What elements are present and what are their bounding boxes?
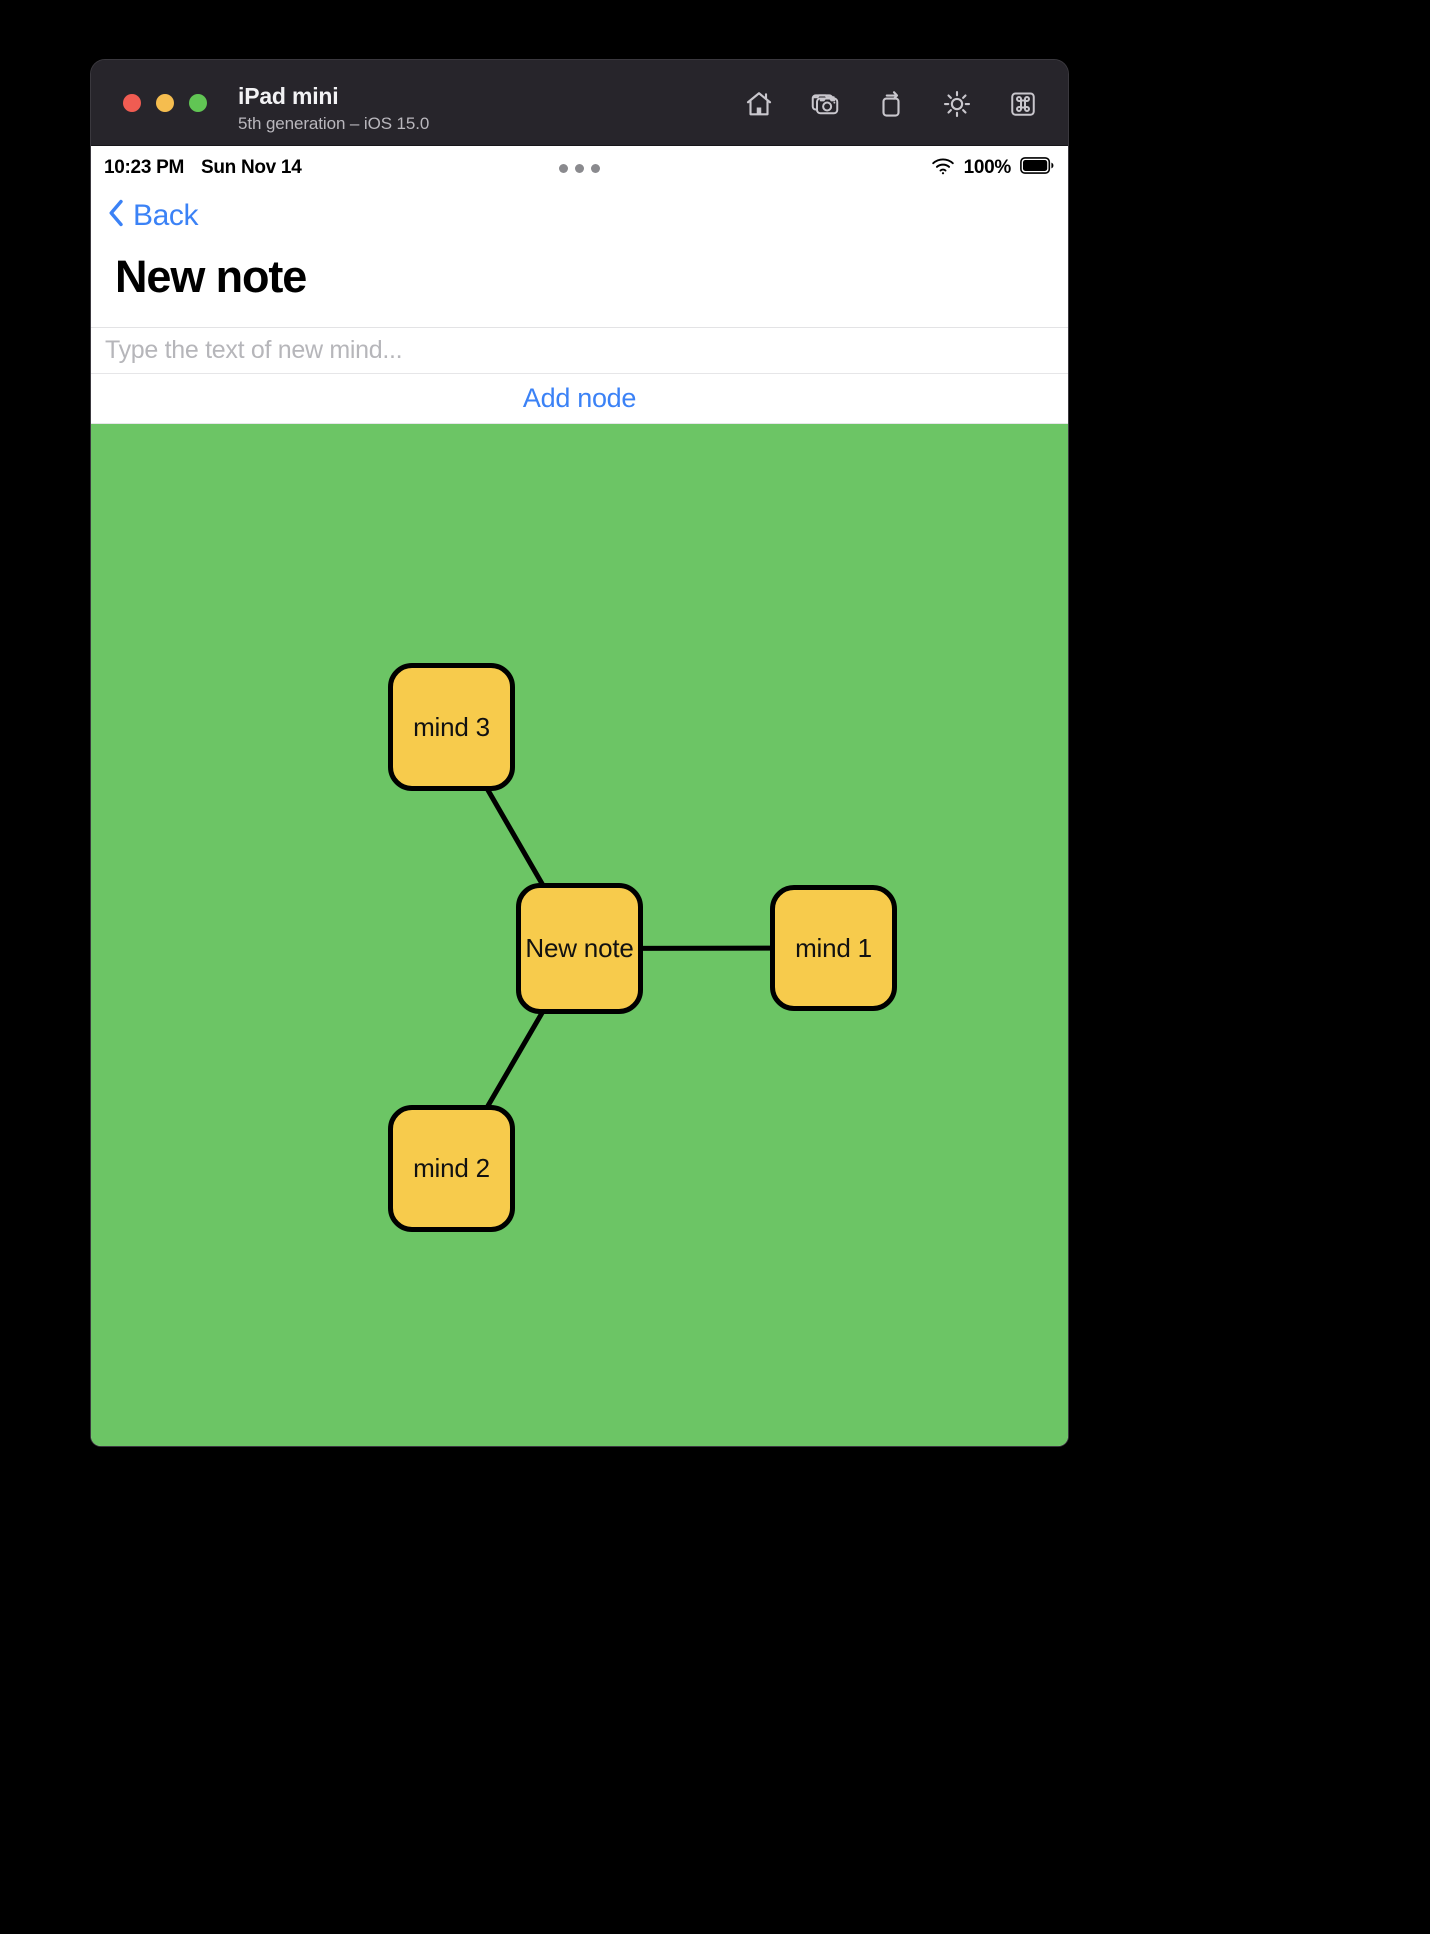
- device-subtitle: 5th generation – iOS 15.0: [238, 113, 430, 133]
- rotate-icon: [876, 89, 906, 119]
- mind-input-row: [91, 327, 1068, 374]
- mindmap-node-mind3[interactable]: mind 3: [388, 663, 515, 791]
- mindmap-node-label: mind 3: [413, 711, 490, 742]
- ios-status-bar: 10:23 PM Sun Nov 14 100%: [91, 146, 1068, 190]
- back-button-label: Back: [133, 198, 199, 232]
- window-controls: [123, 94, 207, 112]
- command-keyboard-icon: [1008, 89, 1038, 119]
- home-icon: [744, 89, 774, 119]
- dot-1: [559, 163, 568, 173]
- dot-3: [591, 163, 600, 173]
- keyboard-button[interactable]: [1000, 82, 1046, 126]
- mind-text-input[interactable]: [105, 336, 1054, 365]
- home-button[interactable]: [736, 82, 782, 126]
- simulator-titlebar: iPad mini 5th generation – iOS 15.0: [91, 60, 1068, 146]
- mindmap-node-label: New note: [525, 933, 634, 963]
- dot-2: [575, 163, 584, 173]
- add-node-button[interactable]: Add node: [91, 374, 1068, 424]
- brightness-icon: [942, 89, 972, 119]
- screenshot-camera-icon: [810, 89, 840, 119]
- add-node-label: Add node: [522, 383, 637, 413]
- battery-full-icon: [1020, 157, 1054, 179]
- chevron-left-icon: [107, 198, 125, 233]
- wifi-icon: [931, 157, 955, 180]
- ios-nav-bar: Back New note: [91, 190, 1068, 303]
- mindmap-node-newnote[interactable]: New note: [516, 883, 643, 1014]
- mindmap-node-label: mind 1: [795, 932, 872, 963]
- screenshot-button[interactable]: [802, 82, 848, 126]
- simulator-toolbar: [736, 82, 1046, 126]
- page-title: New note: [115, 251, 307, 302]
- back-button[interactable]: Back: [107, 198, 199, 233]
- mindmap-canvas[interactable]: mind 3 New note mind 1 mind 2: [91, 424, 1068, 1446]
- minimize-window-button[interactable]: [156, 94, 174, 112]
- mindmap-node-mind1[interactable]: mind 1: [770, 885, 897, 1011]
- ios-screen: 10:23 PM Sun Nov 14 100% Back New note T…: [91, 146, 1068, 1446]
- device-info: iPad mini 5th generation – iOS 15.0: [238, 82, 429, 134]
- zoom-window-button[interactable]: [189, 94, 207, 112]
- simulator-window: iPad mini 5th generation – iOS 15.0 10:2…: [91, 60, 1068, 1446]
- mindmap-node-label: mind 2: [413, 1153, 490, 1183]
- rotate-button[interactable]: [868, 82, 914, 126]
- appearance-button[interactable]: [934, 82, 980, 126]
- status-bar-right: 100%: [931, 146, 1054, 190]
- battery-percent-label: 100%: [963, 157, 1012, 178]
- device-name: iPad mini: [238, 83, 339, 109]
- close-window-button[interactable]: [123, 94, 141, 112]
- status-bar-center-dots: [91, 146, 1068, 190]
- mindmap-node-mind2[interactable]: mind 2: [388, 1105, 515, 1232]
